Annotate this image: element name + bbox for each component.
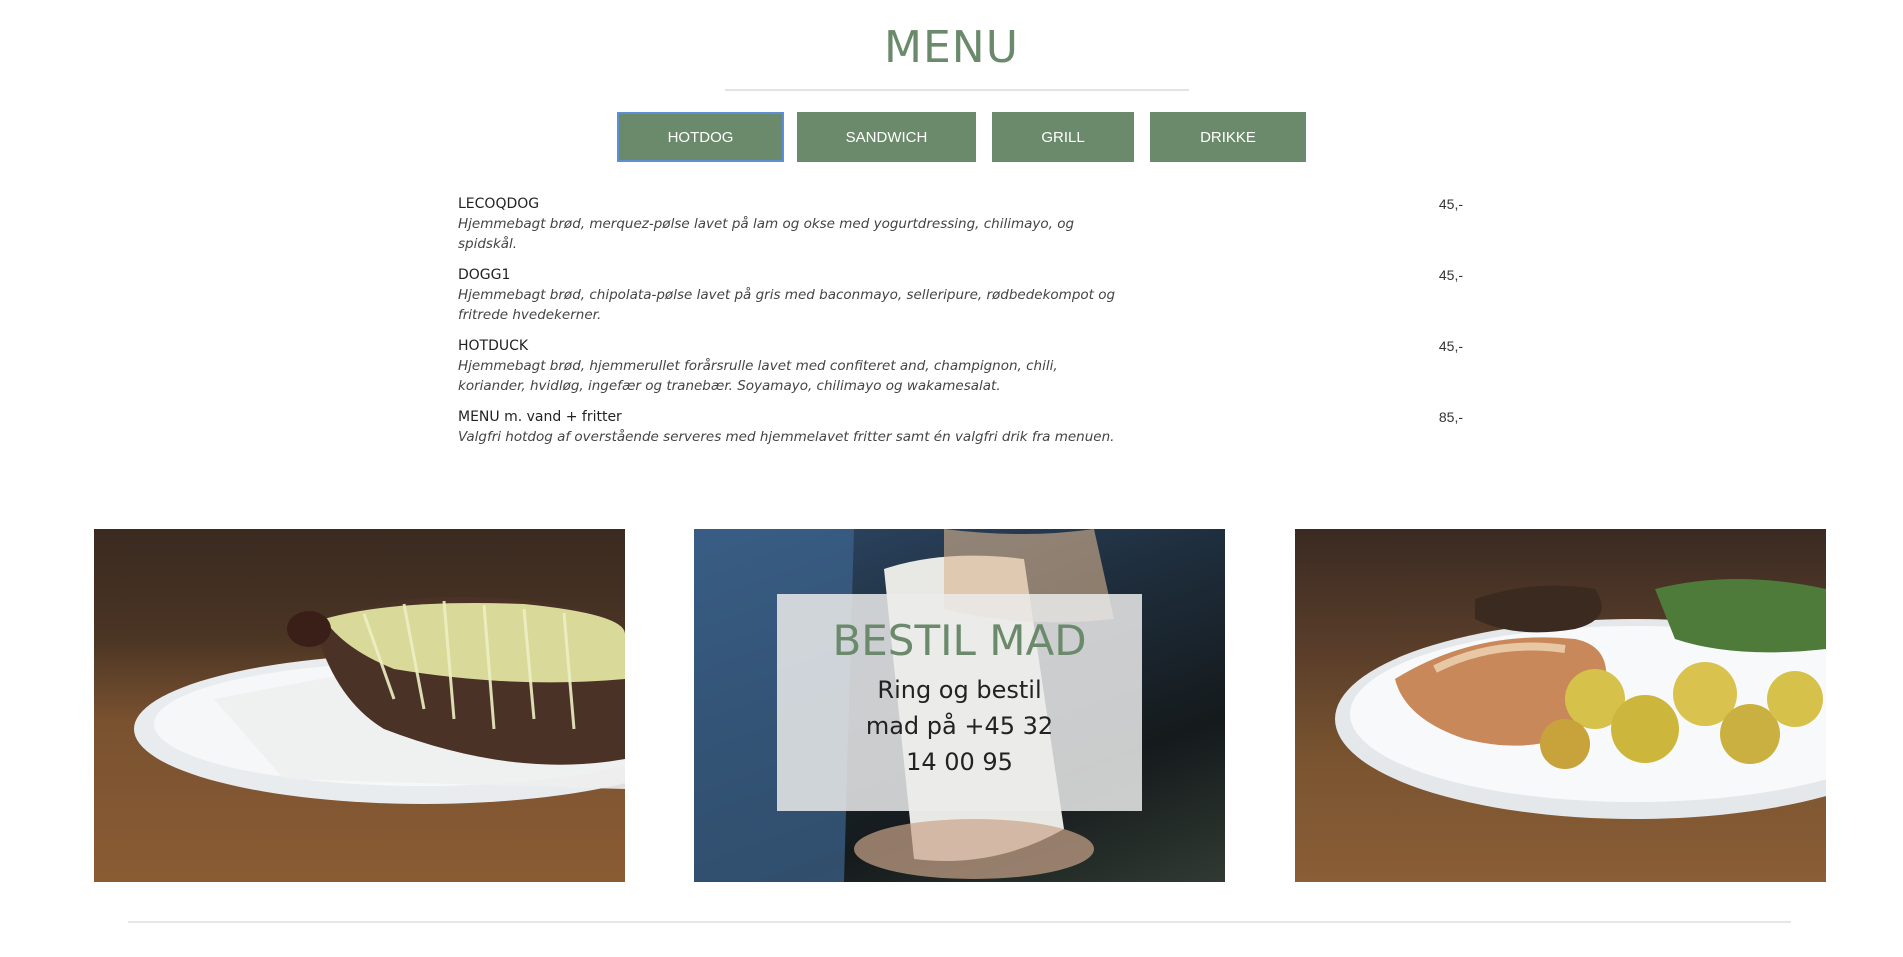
menu-item: DOGG1 Hjemmebagt brød, chipolata-pølse l…: [458, 265, 1463, 325]
menu-item-price: 85,-: [1438, 409, 1463, 425]
roast-illustration: [1335, 579, 1826, 819]
menu-item-description: Valgfri hotdog af overstående serveres m…: [458, 429, 1115, 445]
tab-drikke[interactable]: DRIKKE: [1150, 112, 1306, 162]
menu-item: LECOQDOG Hjemmebagt brød, merquez-pølse …: [458, 194, 1463, 254]
menu-items-list: LECOQDOG Hjemmebagt brød, merquez-pølse …: [458, 194, 1463, 458]
page: MENU HOTDOG SANDWICH GRILL DRIKKE LECOQD…: [0, 0, 1903, 957]
menu-item-description: Hjemmebagt brød, merquez-pølse lavet på …: [458, 216, 1075, 252]
menu-item-description: Hjemmebagt brød, chipolata-pølse lavet p…: [458, 287, 1116, 323]
promo-box: BESTIL MAD Ring og bestil mad på +45 32 …: [777, 594, 1142, 811]
order-food-banner: BESTIL MAD Ring og bestil mad på +45 32 …: [694, 529, 1225, 882]
title-divider: [725, 89, 1189, 91]
menu-item-price: 45,-: [1438, 196, 1463, 212]
tab-grill[interactable]: GRILL: [992, 112, 1134, 162]
hotdog-photo: [94, 529, 625, 882]
tab-hotdog[interactable]: HOTDOG: [617, 112, 784, 162]
promo-phone-text: Ring og bestil mad på +45 32 14 00 95: [865, 676, 1054, 776]
menu-item: HOTDUCK Hjemmebagt brød, hjemmerullet fo…: [458, 336, 1463, 396]
promo-title: BESTIL MAD: [832, 616, 1087, 665]
menu-item-description: Hjemmebagt brød, hjemmerullet forårsrull…: [458, 358, 1058, 394]
menu-item-name: LECOQDOG: [458, 196, 540, 212]
roast-photo: [1295, 529, 1826, 882]
menu-item-price: 45,-: [1438, 338, 1463, 354]
menu-item-name: HOTDUCK: [458, 338, 529, 354]
hotdog-illustration: [134, 596, 625, 804]
menu-item: MENU m. vand + fritter Valgfri hotdog af…: [458, 407, 1463, 447]
menu-item-price: 45,-: [1438, 267, 1463, 283]
menu-item-name: DOGG1: [458, 267, 511, 283]
tab-sandwich[interactable]: SANDWICH: [797, 112, 976, 162]
menu-title: MENU: [884, 22, 1019, 73]
menu-item-name: MENU m. vand + fritter: [458, 409, 622, 425]
bottom-divider: [128, 921, 1791, 923]
menu-tabs: HOTDOG SANDWICH GRILL DRIKKE: [0, 112, 1903, 164]
